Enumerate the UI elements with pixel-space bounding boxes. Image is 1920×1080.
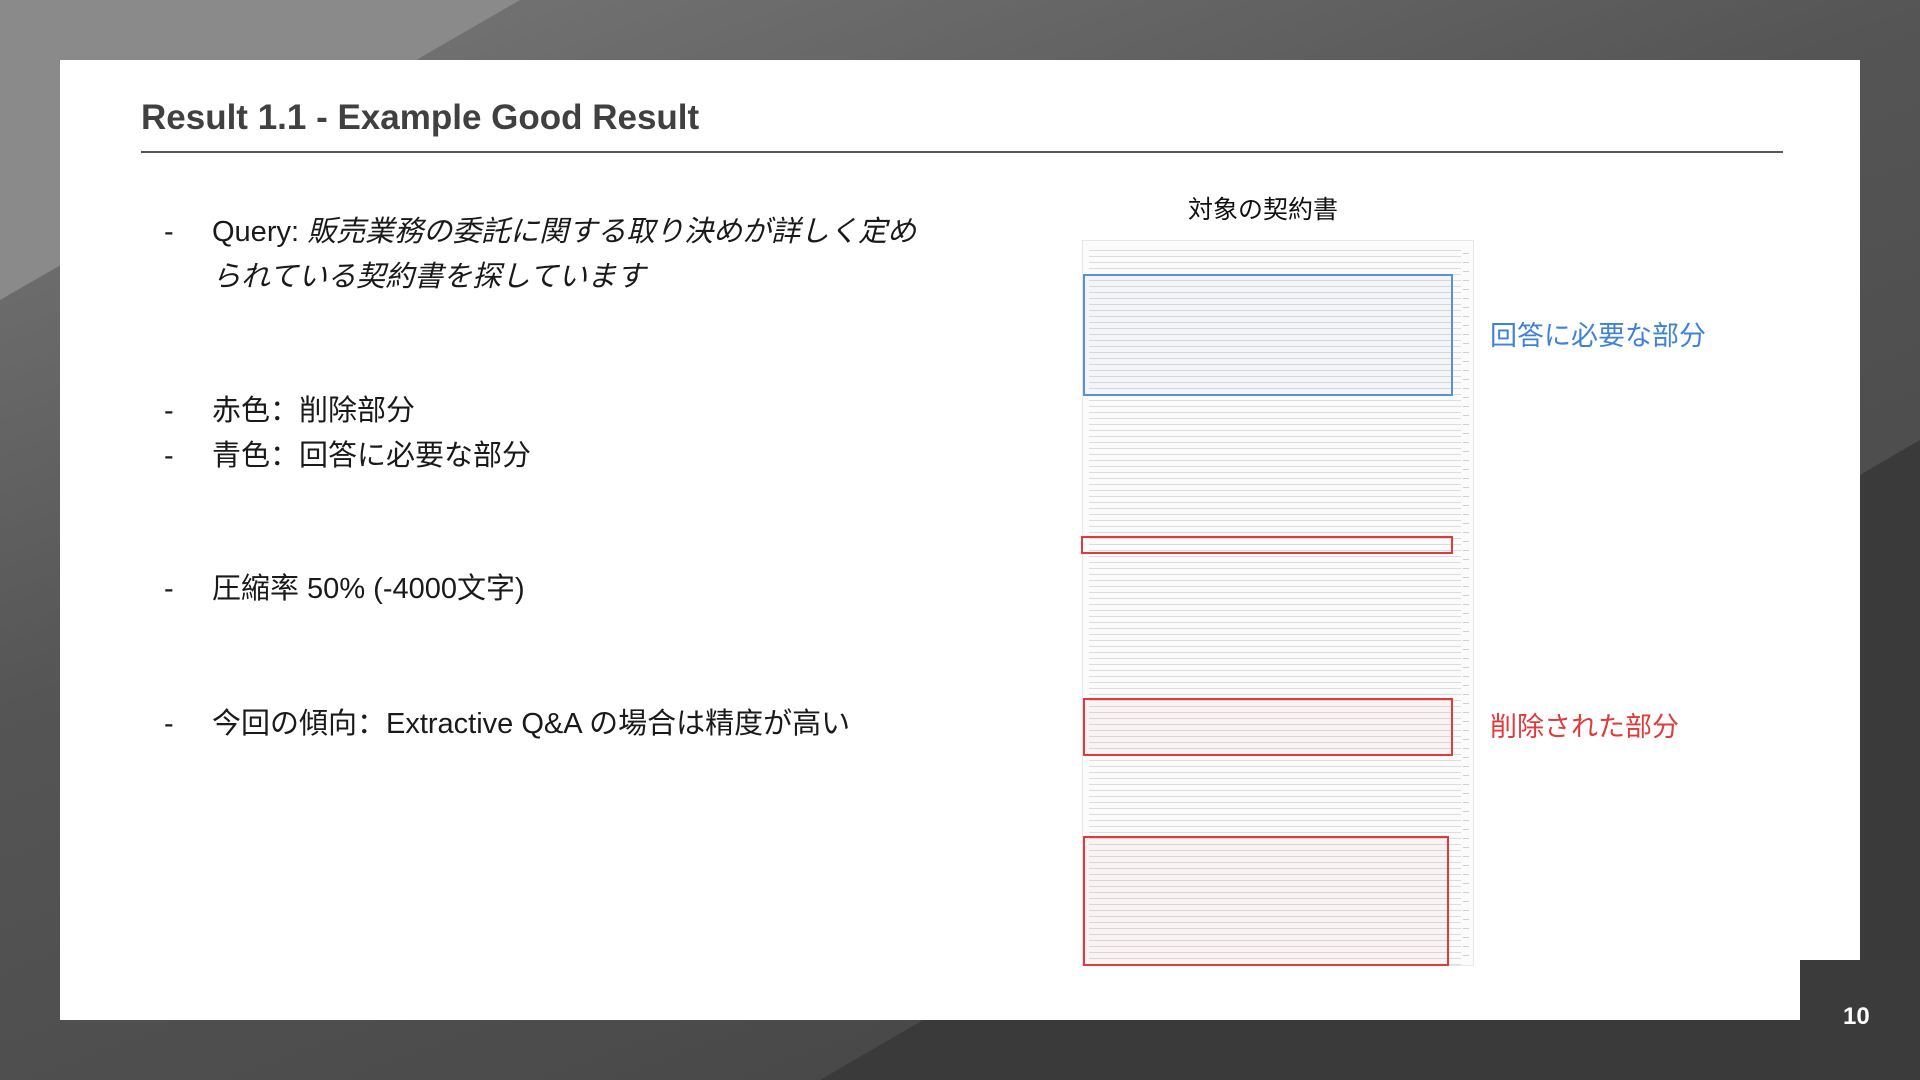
- document-caption: 対象の契約書: [1188, 196, 1339, 224]
- query-text-line1: 販売業務の委託に関する取り決めが詳しく定め: [307, 216, 917, 248]
- removed-section-highlight-3: [1083, 836, 1449, 966]
- slide-title: Result 1.1 - Example Good Result: [141, 98, 700, 137]
- bullet-text: 圧縮率 50% (-4000文字): [212, 573, 525, 605]
- required-section-highlight: [1083, 274, 1453, 396]
- document-line-numbers: [1463, 245, 1469, 961]
- required-section-label: 回答に必要な部分: [1490, 321, 1706, 351]
- bullet-text: 赤色：削除部分: [212, 395, 416, 427]
- query-prefix: Query:: [212, 216, 308, 248]
- title-divider: [141, 151, 1783, 153]
- bullet-dash: -: [164, 573, 174, 605]
- bullet-text: 青色：回答に必要な部分: [212, 440, 532, 472]
- bullet-text: Query: 販売業務の委託に関する取り決めが詳しく定め: [212, 210, 916, 255]
- query-text-line2: られている契約書を探しています: [212, 261, 646, 293]
- slide-canvas: Result 1.1 - Example Good Result - Query…: [60, 60, 1860, 1020]
- bullet-dash: -: [164, 708, 174, 740]
- bullet-dash: -: [164, 216, 174, 248]
- removed-section-highlight-1: [1081, 536, 1453, 554]
- bullet-dash: -: [164, 395, 174, 427]
- bullet-dash: -: [164, 440, 174, 472]
- removed-section-label: 削除された部分: [1490, 712, 1679, 742]
- page-number: 10: [1843, 1003, 1870, 1030]
- removed-section-highlight-2: [1083, 698, 1453, 756]
- bullet-text: 今回の傾向：Extractive Q&A の場合は精度が高い: [212, 708, 851, 740]
